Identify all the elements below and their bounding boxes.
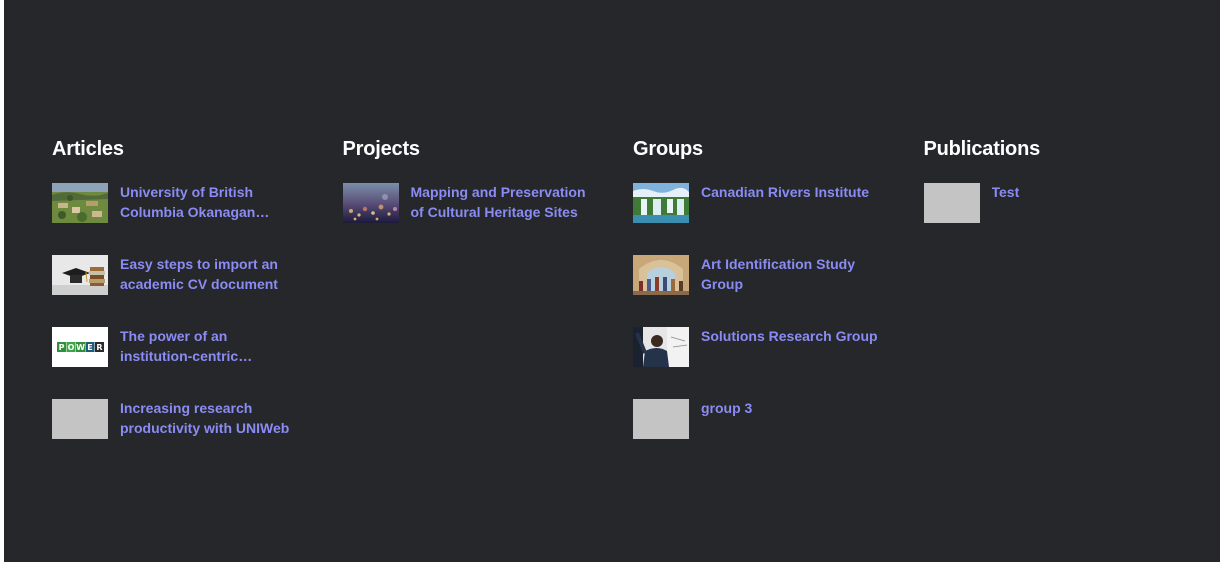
placeholder-thumbnail[interactable] <box>633 399 689 439</box>
placeholder-thumbnail[interactable] <box>923 183 980 223</box>
classical-painting-thumbnail[interactable] <box>633 255 689 295</box>
power-logo-letter: R <box>96 343 102 352</box>
publication-title[interactable]: Test <box>992 182 1170 202</box>
group-title[interactable]: Solutions Research Group <box>701 326 879 346</box>
groups-heading: Groups <box>633 138 703 160</box>
campus-aerial-thumbnail[interactable] <box>52 183 108 223</box>
article-item[interactable]: University of British Columbia Okanagan … <box>52 183 343 223</box>
projects-heading: Projects <box>342 138 421 160</box>
placeholder-thumbnail[interactable] <box>52 399 108 439</box>
power-logo-letter: O <box>68 343 75 352</box>
groups-column: Groups Canadian Rivers Institute Art Ide… <box>633 136 924 471</box>
group-title[interactable]: Canadian Rivers Institute <box>701 182 879 202</box>
articles-column: Articles University of British Columbia … <box>52 136 343 471</box>
article-title[interactable]: University of British Columbia Okanagan … <box>120 182 298 222</box>
articles-list: University of British Columbia Okanagan … <box>52 183 343 439</box>
graduation-cap-thumbnail[interactable] <box>52 255 108 295</box>
city-lights-thumbnail[interactable] <box>342 183 399 223</box>
article-title[interactable]: Increasing research productivity with UN… <box>120 398 298 438</box>
article-item[interactable]: P O W E R The power of an institution-ce… <box>52 327 343 367</box>
page-background: Articles University of British Columbia … <box>4 0 1220 562</box>
group-item[interactable]: group 3 <box>633 399 924 439</box>
articles-heading: Articles <box>52 138 124 160</box>
publications-list: Test <box>923 182 1215 223</box>
group-item[interactable]: Canadian Rivers Institute <box>633 183 924 223</box>
person-whiteboard-thumbnail[interactable] <box>633 327 689 367</box>
groups-list: Canadian Rivers Institute Art Identifica… <box>633 183 924 439</box>
projects-list: Mapping and Preservation of Cultural Her… <box>342 182 634 223</box>
publications-column: Publications Test <box>923 136 1215 471</box>
project-title[interactable]: Mapping and Preservation of Cultural Her… <box>411 182 589 222</box>
content-columns: Articles University of British Columbia … <box>52 136 1214 471</box>
group-item[interactable]: Solutions Research Group <box>633 327 924 367</box>
group-title[interactable]: group 3 <box>701 398 879 418</box>
power-logo-letter: P <box>59 343 65 352</box>
power-logo-letter: W <box>76 343 85 352</box>
group-title[interactable]: Art Identification Study Group <box>701 254 879 294</box>
article-item[interactable]: Increasing research productivity with UN… <box>52 399 343 439</box>
power-logo-thumbnail[interactable]: P O W E R <box>52 327 108 367</box>
publications-heading: Publications <box>923 138 1041 160</box>
power-logo-letter: E <box>87 343 92 352</box>
article-title[interactable]: The power of an institution-centric rese… <box>120 326 298 366</box>
publication-item[interactable]: Test <box>923 182 1215 223</box>
group-item[interactable]: Art Identification Study Group <box>633 255 924 295</box>
article-item[interactable]: Easy steps to import an academic CV docu… <box>52 255 343 295</box>
waterfall-thumbnail[interactable] <box>633 183 689 223</box>
projects-column: Projects Mapping and Preservation of Cul… <box>342 136 634 471</box>
article-title[interactable]: Easy steps to import an academic CV docu… <box>120 254 298 294</box>
project-item[interactable]: Mapping and Preservation of Cultural Her… <box>342 182 634 223</box>
